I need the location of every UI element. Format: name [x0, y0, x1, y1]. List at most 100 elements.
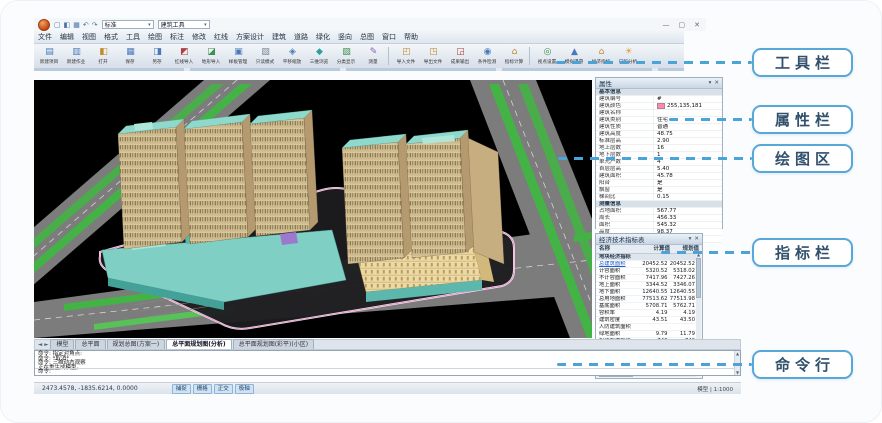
layout-tab[interactable]: 总平面 — [75, 339, 105, 349]
property-row[interactable]: 建筑面积 45.78 — [596, 173, 722, 180]
minimize-button[interactable]: — — [663, 21, 670, 29]
property-row[interactable]: 梯间比 0.15 — [596, 194, 722, 201]
indicator-row[interactable]: 计容面积 5320.52 5318.02 — [596, 268, 697, 275]
property-row[interactable]: 测量信息 — [596, 201, 722, 208]
toolbar-button[interactable]: ▧ 只读模式 — [252, 45, 279, 67]
menu-item[interactable]: 竖向 — [334, 32, 356, 42]
indicator-row[interactable]: 容积率 4.19 4.19 — [596, 310, 697, 317]
toolbar-button[interactable]: ▣ 样板管理 — [225, 45, 252, 67]
command-prompt[interactable]: 命令: — [35, 368, 740, 375]
toolbar-button[interactable]: ▦ 保存 — [117, 45, 144, 67]
status-toggle-button[interactable]: 极轴 — [235, 384, 254, 394]
scrollbar-thumb[interactable] — [696, 258, 701, 298]
menu-item[interactable]: 窗口 — [378, 32, 400, 42]
layout-tab[interactable]: 总平面规划图(彩平)(小区) — [233, 339, 314, 349]
toolbar-button[interactable]: ⌂ 指标计算 — [501, 45, 528, 67]
toolbar-button[interactable]: ▥ 新建作业 — [63, 45, 90, 67]
close-button[interactable]: ✕ — [694, 21, 700, 29]
layout-tab[interactable]: 模型 — [50, 339, 74, 349]
menu-item[interactable]: 修改 — [188, 32, 210, 42]
indicator-row[interactable]: 总用地面积 77513.62 77513.98 — [596, 296, 697, 303]
toolset-select[interactable]: 建筑工具 ▾ — [158, 20, 210, 29]
tab-prev-icon[interactable]: ◄ — [38, 342, 42, 348]
menu-item[interactable]: 标注 — [166, 32, 188, 42]
status-toggle-button[interactable]: 正交 — [214, 384, 233, 394]
property-row[interactable]: 地上层数 16 — [596, 145, 722, 152]
menu-item[interactable]: 编辑 — [56, 32, 78, 42]
quick-access-icon[interactable]: ◧ — [64, 20, 71, 30]
scroll-down-icon[interactable]: ▼ — [736, 370, 739, 375]
status-toggle-button[interactable]: 捕捉 — [172, 384, 191, 394]
toolbar-button[interactable]: ✎ 测量 — [360, 45, 387, 67]
toolbar-button[interactable] — [529, 47, 533, 65]
toolbar-button[interactable]: ◈ 平移缩放 — [279, 45, 306, 67]
maximize-button[interactable]: ▢ — [679, 21, 686, 29]
pin-icon[interactable]: ▾ — [689, 236, 692, 242]
property-row[interactable]: 建筑性质 普通 — [596, 124, 722, 131]
toolbar-button-icon: ◆ — [316, 48, 323, 57]
drawing-area[interactable] — [34, 80, 592, 338]
toolbar-button[interactable]: ▤ 新建项目 — [36, 45, 63, 67]
toolbar-button[interactable] — [388, 47, 392, 65]
layout-tab[interactable]: 规划总图(方案一) — [107, 339, 166, 349]
toolbar-button[interactable]: ◳ 导出文件 — [420, 45, 447, 67]
indicator-row[interactable]: 不计容面积 7417.96 7427.26 — [596, 275, 697, 282]
toolbar-button[interactable]: ▨ 分类显示 — [333, 45, 360, 67]
layout-tab[interactable]: 总平面规划图(分析) — [166, 339, 232, 349]
menu-item[interactable]: 道路 — [290, 32, 312, 42]
property-row[interactable]: 单元户数 4 — [596, 159, 722, 166]
quick-access-icon[interactable]: ↷ — [92, 20, 98, 30]
toolbar-button[interactable]: ◰ 导入文件 — [393, 45, 420, 67]
close-icon[interactable]: ✕ — [714, 80, 719, 86]
toolbar-button[interactable]: ◆ 三维浏览 — [306, 45, 333, 67]
menu-item[interactable]: 红线 — [210, 32, 232, 42]
property-row[interactable]: 周长 456.33 — [596, 215, 722, 222]
indicator-row[interactable]: 基底面积 5708.71 5762.71 — [596, 303, 697, 310]
indicator-row[interactable]: 地块经济指标 — [596, 254, 697, 261]
menu-item[interactable]: 工具 — [122, 32, 144, 42]
menu-item[interactable]: 绘图 — [144, 32, 166, 42]
property-row[interactable]: 首层层高 5.40 — [596, 166, 722, 173]
quick-access-icon[interactable]: ▦ — [73, 20, 80, 30]
toolbar-button[interactable]: ◩ 红线导入 — [171, 45, 198, 67]
app-logo-icon[interactable] — [38, 19, 50, 31]
tab-next-icon[interactable]: ► — [44, 342, 48, 348]
menu-item[interactable]: 文件 — [34, 32, 56, 42]
property-row[interactable]: 阳台 是 — [596, 180, 722, 187]
quick-access-icon[interactable]: ↶ — [83, 20, 89, 30]
property-row[interactable]: 面积 545.32 — [596, 222, 722, 229]
property-row[interactable]: 建筑高度 48.75 — [596, 131, 722, 138]
status-right-text: 模型 | 1:1000 — [697, 385, 733, 393]
property-row[interactable]: 占地面积 567.77 — [596, 208, 722, 215]
pin-icon[interactable]: ▾ — [709, 80, 712, 86]
indicator-row[interactable]: 人防建筑面积 — [596, 324, 697, 331]
property-row[interactable]: 标准层高 2.90 — [596, 138, 722, 145]
workspace-select[interactable]: 标准 ▾ — [102, 20, 154, 29]
menu-item[interactable]: 绿化 — [312, 32, 334, 42]
indicator-row[interactable]: 建筑密度 43.51 43.50 — [596, 317, 697, 324]
property-row[interactable]: 建筑编号 # — [596, 96, 722, 103]
close-icon[interactable]: ✕ — [694, 236, 699, 242]
property-row[interactable]: 飘窗 是 — [596, 187, 722, 194]
menu-item[interactable]: 建筑 — [268, 32, 290, 42]
menu-item[interactable]: 视图 — [78, 32, 100, 42]
menu-item[interactable]: 总图 — [356, 32, 378, 42]
indicator-row[interactable]: 绿地面积 9.79 11.79 — [596, 331, 697, 338]
property-row[interactable]: 基本信息 — [596, 89, 722, 96]
toolbar-button[interactable]: ◪ 地形导入 — [198, 45, 225, 67]
indicator-row[interactable]: 总建筑面积 20452.52 20452.52 — [596, 261, 697, 268]
quick-access-icon[interactable]: ▢ — [54, 20, 61, 30]
indicator-row[interactable]: 地上面积 3344.52 3346.07 — [596, 282, 697, 289]
property-row[interactable]: 建筑颜色 255,135,181 — [596, 103, 722, 110]
toolbar-button[interactable]: ◨ 另存 — [144, 45, 171, 67]
menu-item[interactable]: 帮助 — [400, 32, 422, 42]
status-toggle-button[interactable]: 栅格 — [193, 384, 212, 394]
menu-item[interactable]: 格式 — [100, 32, 122, 42]
toolbar-button[interactable]: ◧ 打开 — [90, 45, 117, 67]
toolbar-button[interactable]: ◲ 成果输出 — [447, 45, 474, 67]
toolbar-button[interactable]: ◉ 条件检测 — [474, 45, 501, 67]
scroll-up-icon[interactable]: ▲ — [736, 351, 739, 356]
indicator-row[interactable]: 地下面积 12640.55 12640.55 — [596, 289, 697, 296]
property-row[interactable]: 建筑名称 — [596, 110, 722, 117]
menu-item[interactable]: 方案设计 — [232, 32, 268, 42]
